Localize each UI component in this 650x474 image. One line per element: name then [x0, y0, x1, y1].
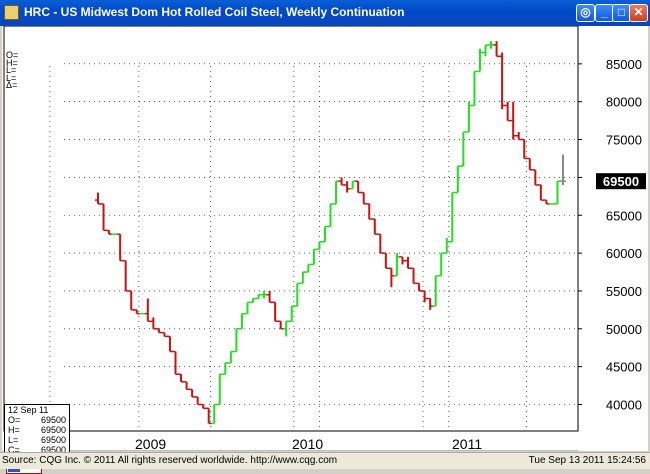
- app-icon[interactable]: [4, 5, 19, 20]
- y-tick-label: 65000: [606, 208, 642, 223]
- info-high-value: 69500: [40, 425, 66, 435]
- restore-icon[interactable]: ◎: [576, 4, 595, 22]
- info-low-label: L=: [8, 435, 19, 445]
- window-title: HRC - US Midwest Dom Hot Rolled Coil Ste…: [24, 5, 405, 19]
- y-tick-label: 55000: [606, 284, 642, 299]
- status-bar: Source: CQG Inc. © 2011 All rights reser…: [0, 452, 650, 469]
- plot-frame: [3, 26, 579, 432]
- info-date: 12 Sep 11: [8, 405, 49, 415]
- close-button[interactable]: ✕: [629, 4, 648, 22]
- year-label: 2009: [135, 436, 166, 451]
- y-tick-label: 45000: [606, 360, 642, 375]
- timestamp: Tue Sep 13 2011 15:24:56: [528, 455, 646, 466]
- y-tick-label: 40000: [606, 398, 642, 413]
- year-label: 2011: [452, 436, 482, 451]
- info-low-value: 69500: [40, 435, 66, 445]
- legend-delta: Δ=: [6, 80, 18, 90]
- price-chart[interactable]: 4000045000500005500060000650007000075000…: [2, 26, 648, 451]
- ohlc-legend: O= H= L= L= Δ=: [6, 51, 18, 90]
- y-tick-label: 60000: [606, 246, 642, 261]
- chart-area[interactable]: 4000045000500005500060000650007000075000…: [2, 26, 648, 474]
- last-price-label: 69500: [603, 174, 639, 189]
- source-credit: Source: CQG Inc. © 2011 All rights reser…: [2, 455, 338, 466]
- cursor-info-box: 12 Sep 11 O= 69500 H= 69500 L= 69500 C= 6950…: [4, 404, 70, 458]
- y-tick-label: 85000: [606, 57, 642, 72]
- info-high-label: H=: [8, 425, 20, 435]
- window-titlebar: HRC - US Midwest Dom Hot Rolled Coil Ste…: [0, 0, 650, 26]
- y-tick-label: 80000: [606, 95, 642, 110]
- info-open-value: 69500: [40, 415, 66, 425]
- y-tick-label: 75000: [606, 133, 642, 148]
- year-label: 2010: [292, 436, 323, 451]
- info-open-label: O=: [8, 415, 21, 425]
- y-tick-label: 50000: [606, 322, 642, 337]
